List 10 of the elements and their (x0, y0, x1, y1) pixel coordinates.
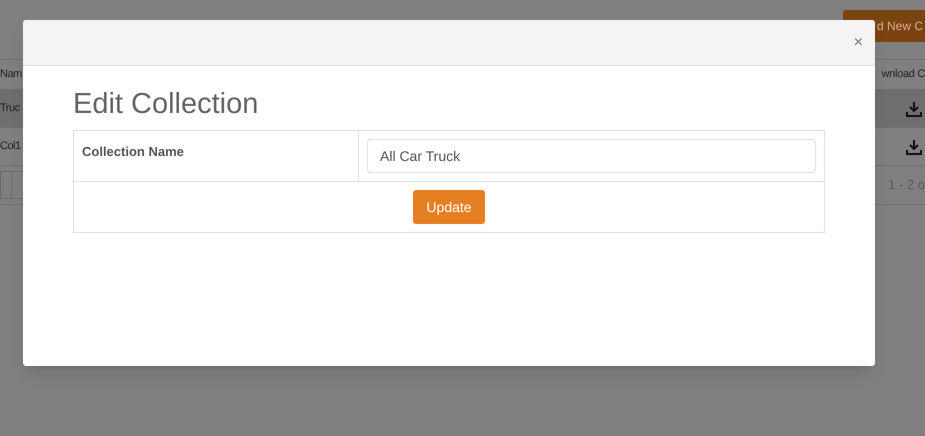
input-field[interactable]: All Car Truck (367, 139, 816, 173)
download-icon[interactable] (905, 138, 923, 156)
column-header: wnload C (882, 67, 925, 82)
column-header: Nam (0, 67, 22, 82)
update-button[interactable]: Update (413, 190, 485, 224)
field-label: Collection Name (82, 144, 184, 159)
table-cell-text: Truc (0, 101, 20, 116)
table-cell-text: Col1 (0, 139, 21, 154)
download-icon[interactable] (905, 100, 923, 118)
dialog-title: Edit Collection (73, 87, 260, 122)
